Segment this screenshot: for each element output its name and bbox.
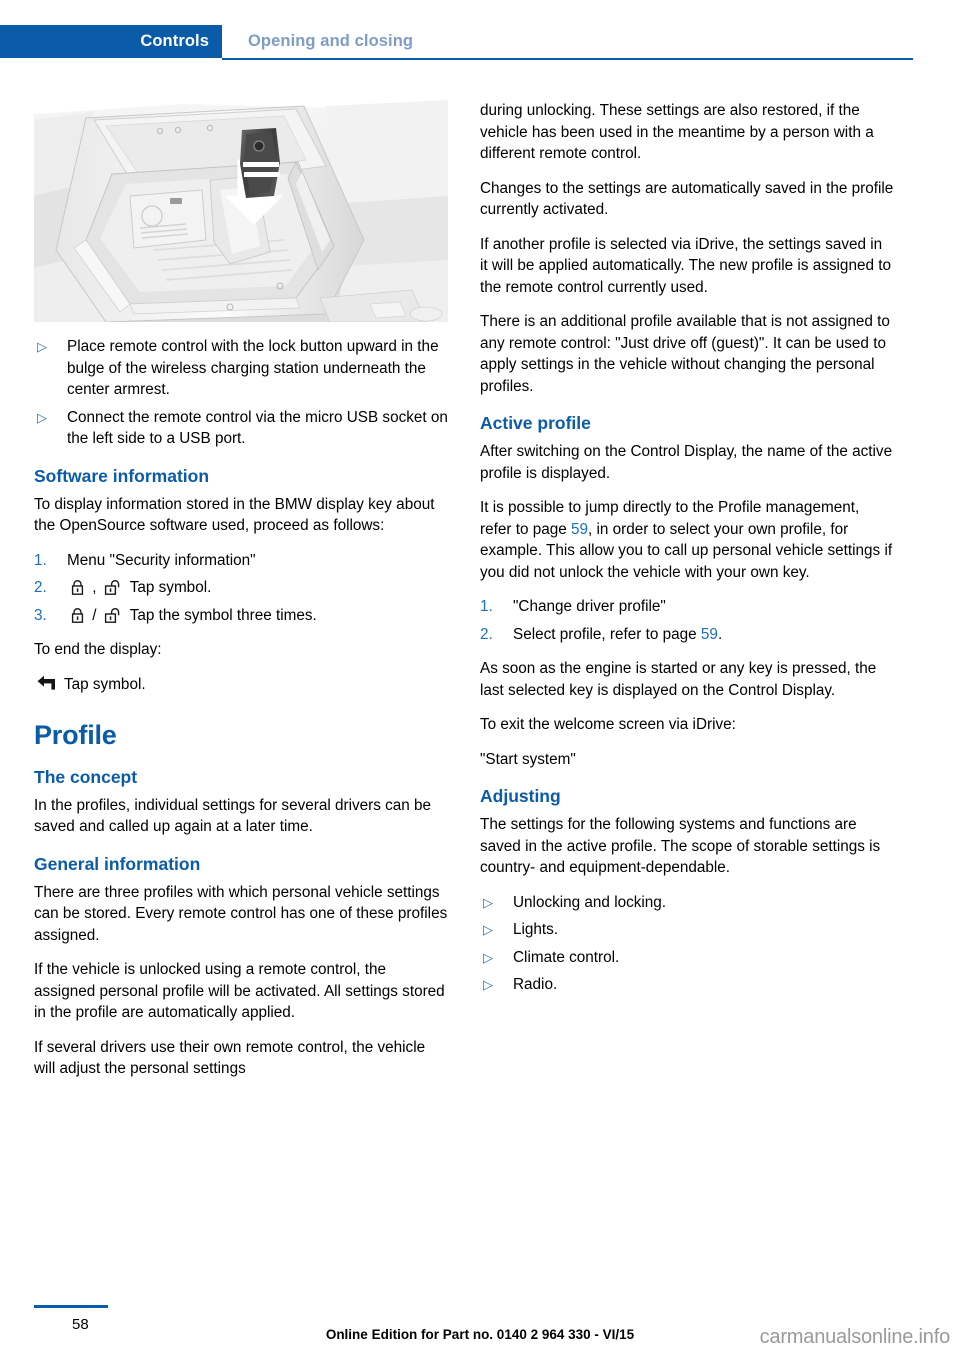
breadcrumb-chapter-tab: Controls: [0, 25, 222, 58]
adjusting-paragraph: The settings for the following systems a…: [480, 816, 881, 876]
step-label: "Change driver profile": [513, 598, 666, 615]
end-display-label: Tap symbol.: [63, 675, 146, 693]
list-item: 1. "Change driver profile": [480, 596, 894, 618]
general-information-paragraph: If several drivers use their own remote …: [34, 1038, 426, 1078]
end-display-step: Tap symbol.: [34, 674, 448, 696]
list-item-label: Place remote control with the lock butto…: [67, 338, 439, 398]
intro-bullet-list: ▷ Place remote control with the lock but…: [34, 336, 448, 450]
lock-closed-icon: [69, 607, 86, 624]
step-number: 2.: [34, 579, 47, 596]
active-profile-step-list: 1. "Change driver profile" 2. Select pro…: [480, 596, 894, 645]
heading-profile: Profile: [34, 720, 117, 750]
list-item-label: Radio.: [513, 976, 558, 993]
heading-active-profile: Active profile: [480, 413, 591, 433]
heading-general-information: General information: [34, 853, 201, 874]
adjusting-bullet-list: ▷ Unlocking and locking. ▷ Lights. ▷ Cli…: [480, 892, 894, 996]
general-information-paragraph: If the vehicle is unlocked using a remot…: [34, 961, 445, 1022]
step-label: Tap the symbol three times.: [129, 606, 317, 624]
armrest-wireless-charging-illustration: [34, 100, 448, 322]
list-item: ▷ Climate control.: [480, 947, 894, 969]
continued-paragraph: There is an additional profile available…: [480, 313, 890, 395]
symbol-separator-comma: ,: [92, 579, 97, 596]
list-item: 2. , Tap symbol.: [34, 577, 448, 599]
the-concept-text: In the profiles, individual settings for…: [34, 796, 432, 836]
active-profile-paragraph: As soon as the engine is started or any …: [480, 660, 877, 699]
step-label-part: Select profile, refer to page: [513, 625, 701, 643]
triangle-bullet-icon: ▷: [37, 339, 47, 354]
step-number: 2.: [480, 625, 493, 643]
triangle-bullet-icon: ▷: [483, 977, 493, 992]
continued-paragraph: If another profile is selected via iDriv…: [480, 235, 891, 296]
list-item-label: Lights.: [513, 921, 559, 938]
step-number: 1.: [34, 551, 47, 569]
heading-the-concept: The concept: [34, 766, 138, 787]
lock-open-icon: [103, 607, 124, 624]
lock-closed-icon: [69, 579, 86, 596]
symbol-separator-slash: /: [92, 606, 97, 624]
step-label: Tap symbol.: [129, 579, 212, 596]
lock-open-icon: [103, 579, 124, 596]
list-item: 1. Menu "Security information": [34, 550, 448, 572]
active-profile-command: "Start system": [480, 750, 576, 768]
list-item: ▷ Radio.: [480, 974, 894, 996]
step-number: 1.: [480, 598, 493, 615]
back-arrow-icon: [36, 675, 58, 693]
site-watermark: carmanualsonline.info: [759, 1326, 951, 1348]
software-information-step-list: 1. Menu "Security information" 2. , Tap …: [34, 550, 448, 627]
step-number: 3.: [34, 606, 47, 624]
breadcrumb-section-title: Opening and closing: [248, 32, 414, 50]
list-item-label: Connect the remote control via the micro…: [67, 408, 448, 448]
active-profile-paragraph: To exit the welcome screen via iDrive:: [480, 716, 736, 733]
list-item: 3. / Tap the symbol three times.: [34, 605, 448, 627]
left-column: ▷ Place remote control with the lock but…: [34, 100, 448, 1093]
list-item: ▷ Lights.: [480, 919, 894, 941]
footer-divider: [34, 1305, 108, 1308]
triangle-bullet-icon: ▷: [483, 949, 493, 965]
active-profile-paragraph-with-xref: It is possible to jump directly to the P…: [480, 497, 894, 583]
step-label-part: .: [717, 625, 723, 643]
heading-software-information: Software information: [34, 465, 210, 486]
triangle-bullet-icon: ▷: [483, 894, 493, 910]
software-information-intro: To display information stored in the BMW…: [34, 495, 435, 535]
list-item: ▷ Connect the remote control via the mic…: [34, 407, 448, 450]
list-item: ▷ Unlocking and locking.: [480, 892, 894, 914]
page-cross-reference-link[interactable]: 59: [701, 626, 718, 643]
step-label: Menu "Security information": [67, 551, 256, 569]
list-item-label: Unlocking and locking.: [513, 893, 667, 911]
general-information-paragraph: There are three profiles with which pers…: [34, 883, 448, 944]
list-item: 2. Select profile, refer to page 59.: [480, 624, 894, 646]
triangle-bullet-icon: ▷: [483, 922, 493, 937]
page-cross-reference-link[interactable]: 59: [571, 521, 588, 538]
list-item: ▷ Place remote control with the lock but…: [34, 336, 448, 401]
right-column: during unlocking. These settings are als…: [480, 100, 894, 1009]
active-profile-paragraph: After switching on the Control Display, …: [480, 443, 893, 482]
page-header: Controls Opening and closing: [0, 0, 960, 62]
continued-paragraph: Changes to the settings are automaticall…: [480, 179, 894, 219]
triangle-bullet-icon: ▷: [37, 409, 47, 425]
header-divider: [222, 58, 913, 60]
end-display-intro: To end the display:: [34, 641, 162, 658]
list-item-label: Climate control.: [513, 948, 620, 966]
heading-adjusting: Adjusting: [480, 786, 561, 806]
continued-paragraph: during unlocking. These settings are als…: [480, 102, 874, 162]
